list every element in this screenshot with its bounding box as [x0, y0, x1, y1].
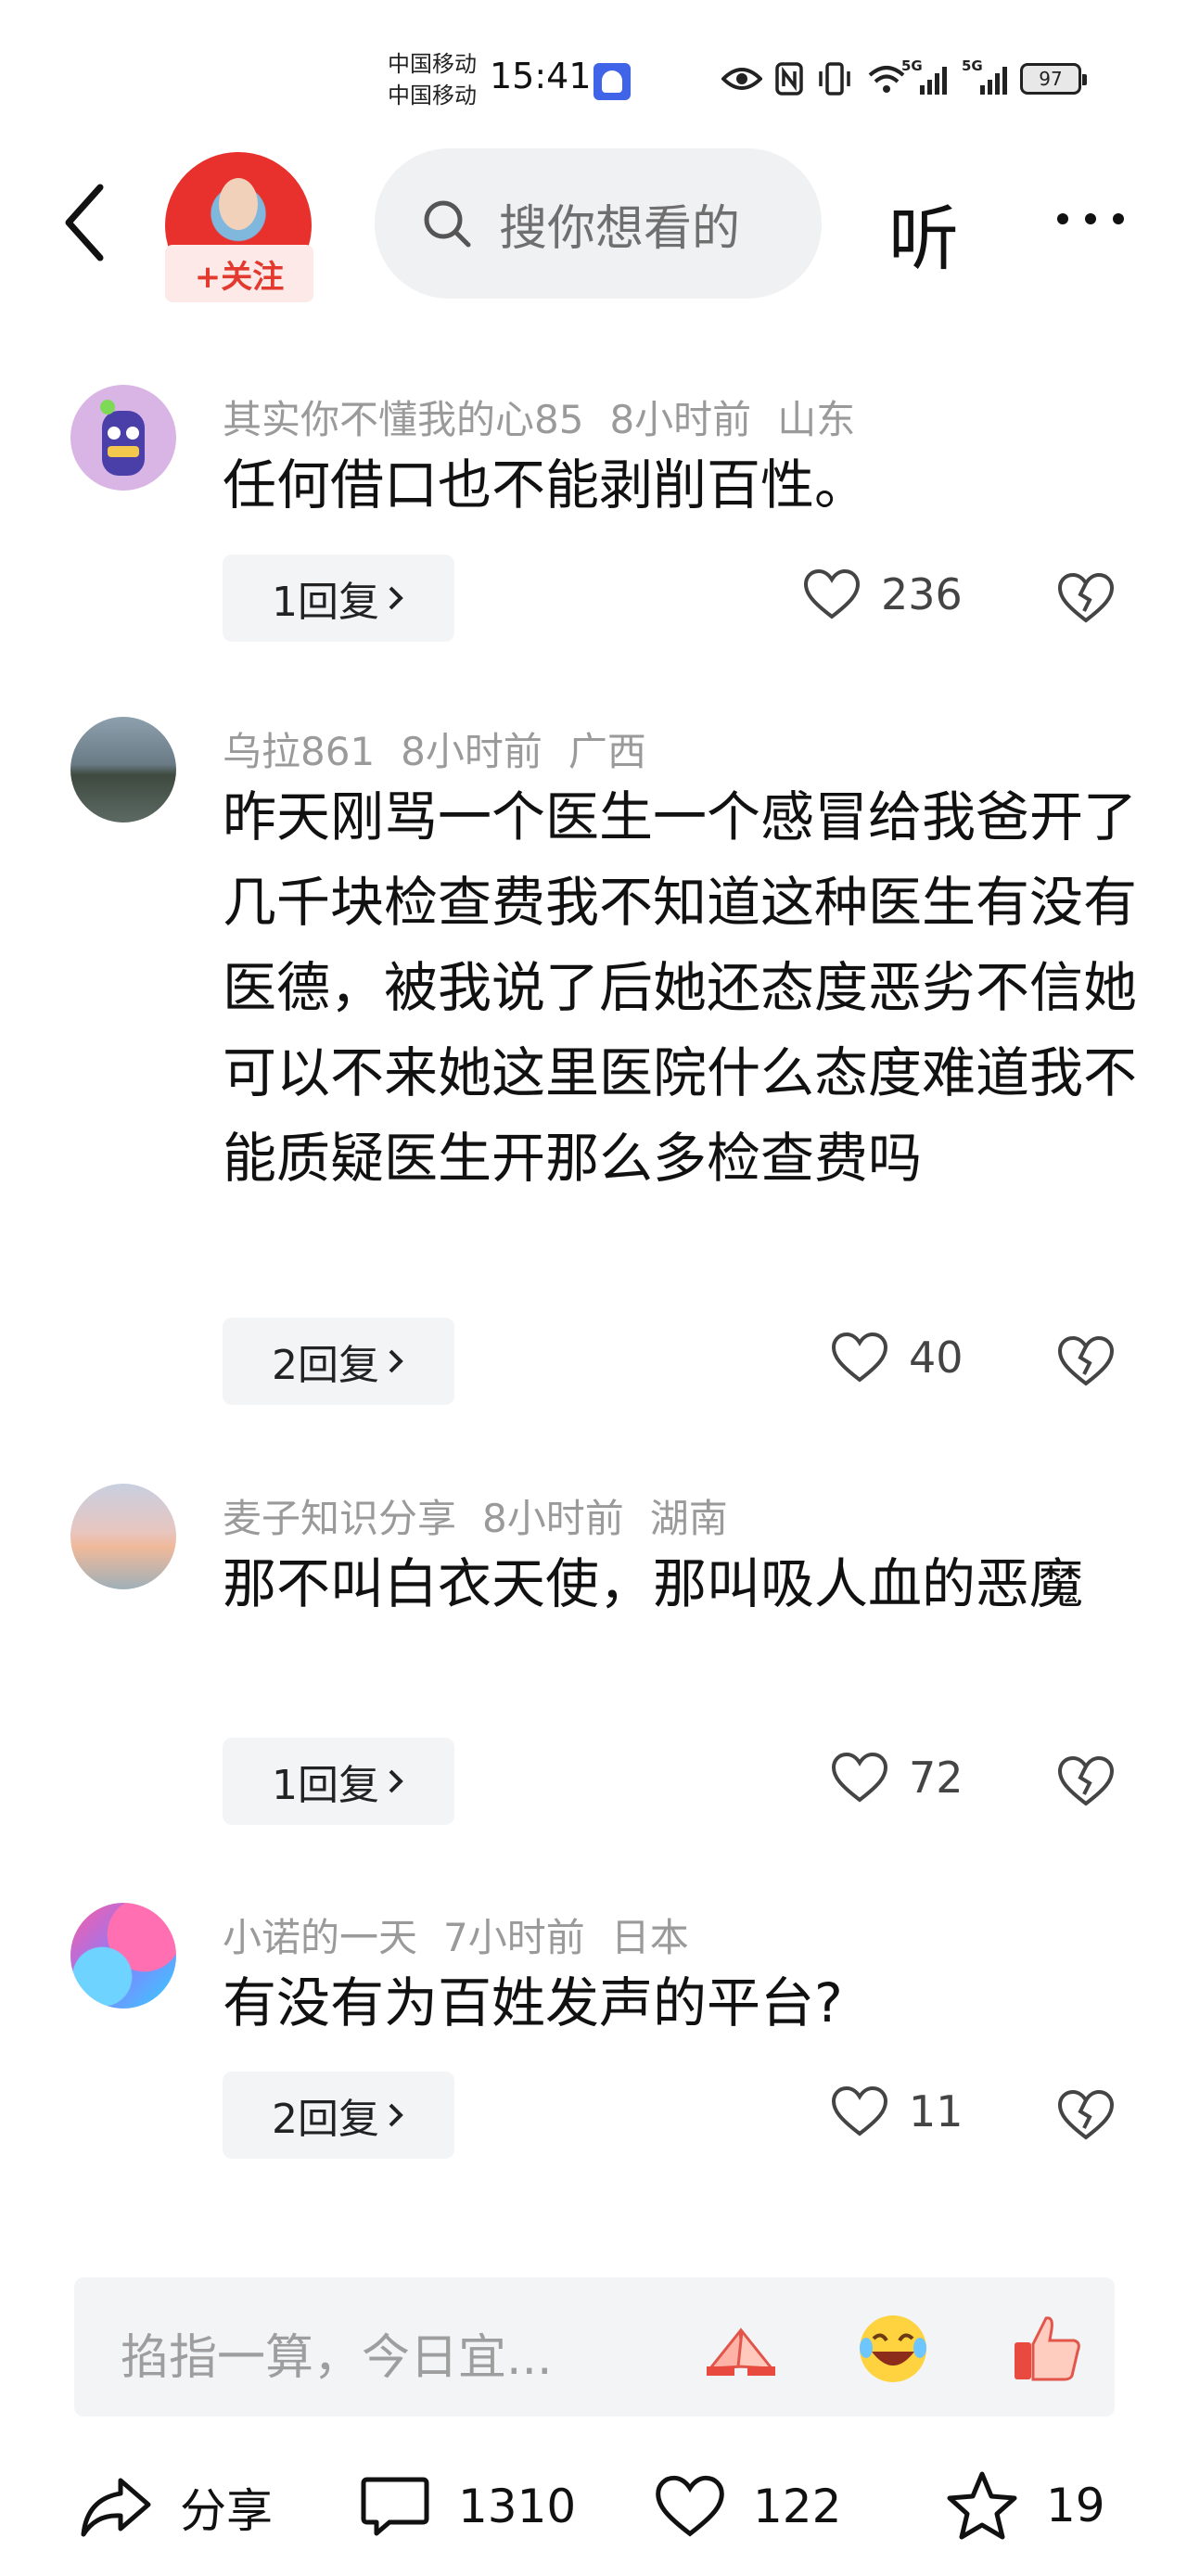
battery-icon: 97 — [1020, 63, 1087, 95]
comment-time: 8小时前 — [609, 397, 752, 442]
bottom-action-bar: 分享 1310 122 19 — [0, 2448, 1187, 2559]
follow-button[interactable]: +关注 — [165, 245, 313, 302]
replies-count: 2回复 — [272, 2096, 379, 2143]
comment-meta: 乌拉861 8小时前 广西 — [223, 721, 672, 777]
heart-icon — [656, 2475, 724, 2537]
chevron-right-icon — [389, 1769, 403, 1793]
share-button[interactable]: 分享 — [78, 2474, 273, 2541]
header: +关注 搜你想看的 听 — [0, 139, 1187, 315]
comment-meta: 其实你不懂我的心85 8小时前 山东 — [223, 389, 881, 445]
chevron-right-icon — [389, 586, 403, 610]
broken-heart-icon[interactable] — [1057, 1755, 1115, 1807]
like-count: 40 — [909, 1333, 964, 1383]
replies-count: 1回复 — [272, 579, 379, 626]
comment-location: 日本 — [610, 1915, 689, 1960]
broken-heart-icon[interactable] — [1057, 1335, 1115, 1387]
heart-icon — [831, 1752, 888, 1803]
back-button[interactable] — [57, 176, 113, 269]
replies-count: 2回复 — [272, 1342, 379, 1389]
network-type-1: 5G — [901, 57, 923, 74]
search-input[interactable]: 搜你想看的 — [375, 148, 822, 299]
heart-icon — [803, 568, 861, 619]
vibrate-icon — [819, 62, 850, 96]
laughing-emoji-icon[interactable] — [855, 2311, 931, 2387]
chevron-right-icon — [389, 2103, 403, 2127]
commenter-avatar[interactable] — [70, 717, 176, 823]
replies-button[interactable]: 2回复 — [223, 2072, 454, 2159]
heart-icon — [831, 2085, 888, 2136]
heart-icon — [831, 1332, 888, 1383]
carrier-info: 中国移动 中国移动 — [388, 48, 477, 111]
comment-username[interactable]: 其实你不懂我的心85 — [223, 397, 583, 442]
comment-time: 8小时前 — [482, 1496, 624, 1541]
pray-hands-emoji-icon[interactable] — [703, 2311, 779, 2387]
chevron-right-icon — [389, 1349, 403, 1373]
eye-icon — [721, 68, 762, 90]
comment-meta: 麦子知识分享 8小时前 湖南 — [223, 1487, 754, 1544]
notification-app-icon — [594, 63, 631, 100]
signal-1-icon: 5G — [901, 57, 947, 95]
network-type-2: 5G — [962, 57, 983, 74]
share-arrow-icon — [81, 2478, 151, 2537]
search-placeholder: 搜你想看的 — [499, 200, 741, 257]
like-count: 236 — [881, 569, 963, 619]
battery-level: 97 — [1039, 68, 1063, 90]
comment-meta: 小诺的一天 7小时前 日本 — [223, 1906, 715, 1963]
comments-count: 1310 — [458, 2480, 577, 2533]
comments-button[interactable]: 1310 — [360, 2474, 576, 2539]
comment-location: 湖南 — [649, 1496, 728, 1541]
replies-count: 1回复 — [272, 1762, 379, 1809]
like-button[interactable]: 72 — [831, 1752, 964, 1804]
like-post-button[interactable]: 122 — [655, 2474, 841, 2539]
favorites-count: 19 — [1046, 2479, 1105, 2532]
status-icons: 5G 5G 97 — [721, 56, 1087, 102]
commenter-avatar[interactable] — [70, 1903, 176, 2009]
like-count: 11 — [909, 2086, 964, 2136]
more-options-button[interactable] — [1057, 213, 1124, 224]
carrier-2: 中国移动 — [388, 83, 477, 108]
comment-input[interactable]: 掐指一算，今日宜... — [74, 2277, 1115, 2417]
comment-time: 7小时前 — [443, 1915, 585, 1960]
favorite-button[interactable]: 19 — [946, 2470, 1105, 2541]
like-count: 72 — [909, 1753, 964, 1803]
comment-text: 任何借口也不能剥削百性。 — [223, 453, 869, 516]
signal-2-icon: 5G — [962, 57, 1007, 95]
comment-username[interactable]: 小诺的一天 — [223, 1915, 417, 1960]
nfc-icon — [775, 62, 803, 96]
comment-text: 昨天刚骂一个医生一个感冒给我爸开了几千块检查费我不知道这种医生有没有医德，被我说… — [223, 785, 1138, 1190]
replies-button[interactable]: 2回复 — [223, 1318, 454, 1405]
comment-username[interactable]: 乌拉861 — [223, 729, 375, 774]
commenter-avatar[interactable] — [70, 1484, 176, 1589]
like-button[interactable]: 11 — [831, 2085, 964, 2137]
replies-button[interactable]: 1回复 — [223, 555, 454, 642]
comment-location: 山东 — [777, 397, 856, 442]
star-icon — [947, 2471, 1017, 2540]
broken-heart-icon[interactable] — [1057, 2089, 1115, 2141]
comment-text: 那不叫白衣天使，那叫吸人血的恶魔 — [223, 1552, 1084, 1615]
comment-username[interactable]: 麦子知识分享 — [223, 1496, 456, 1541]
clock: 15:41 — [490, 56, 592, 96]
chevron-left-icon — [65, 184, 104, 261]
thumbs-up-emoji-icon[interactable] — [1009, 2311, 1085, 2387]
status-bar: 中国移动 中国移动 15:41 5G 5G 97 — [0, 0, 1187, 139]
listen-button[interactable]: 听 — [888, 182, 959, 284]
comment-bubble-icon — [361, 2477, 429, 2536]
comment-location: 广西 — [568, 729, 646, 774]
search-icon — [424, 200, 471, 248]
comment-text: 有没有为百姓发声的平台? — [223, 1971, 843, 2034]
like-button[interactable]: 40 — [831, 1332, 964, 1384]
replies-button[interactable]: 1回复 — [223, 1738, 454, 1825]
share-label: 分享 — [180, 2484, 273, 2538]
comment-input-placeholder: 掐指一算，今日宜... — [121, 2330, 553, 2386]
comment-time: 8小时前 — [401, 729, 542, 774]
like-button[interactable]: 236 — [803, 568, 963, 620]
likes-count: 122 — [753, 2480, 842, 2533]
carrier-1: 中国移动 — [388, 51, 477, 77]
broken-heart-icon[interactable] — [1057, 572, 1115, 624]
commenter-avatar[interactable] — [70, 385, 176, 491]
